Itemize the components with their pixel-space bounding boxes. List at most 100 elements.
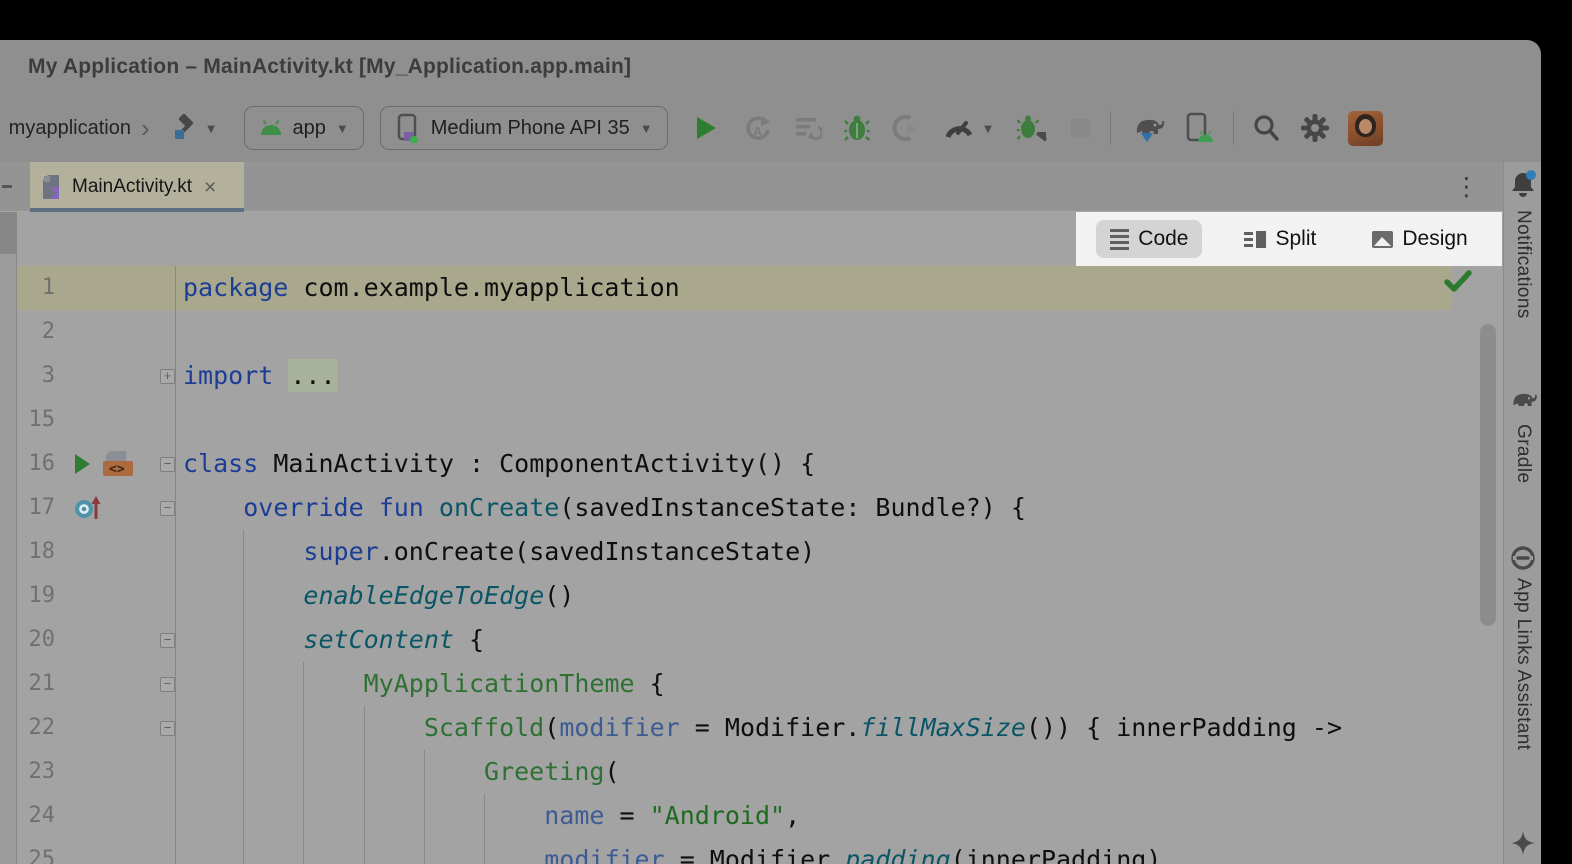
device-selector-button[interactable]: Medium Phone API 35 ▼ xyxy=(380,106,668,150)
apply-code-changes-icon xyxy=(794,115,822,141)
window-title: My Application – MainActivity.kt [My_App… xyxy=(28,55,631,79)
code-text[interactable]: MyApplicationTheme { xyxy=(176,662,665,706)
run-icon[interactable] xyxy=(73,453,91,475)
editor-scrollbar-thumb[interactable] xyxy=(1480,324,1496,626)
tab-mainactivity[interactable]: MainActivity.kt × xyxy=(30,162,244,212)
gutter-icons xyxy=(55,750,160,794)
code-line-21[interactable]: 21 − MyApplicationTheme { xyxy=(17,662,1502,706)
attach-debugger-icon xyxy=(892,114,920,142)
line-number[interactable]: 18 xyxy=(17,530,55,574)
sidebar-item-notifications[interactable]: Notifications xyxy=(1504,210,1541,319)
fold-minus-icon[interactable]: − xyxy=(160,721,175,736)
fold-minus-icon[interactable]: − xyxy=(160,457,175,472)
notifications-label: Notifications xyxy=(1512,210,1534,319)
line-number[interactable]: 19 xyxy=(17,574,55,618)
line-number[interactable]: 2 xyxy=(17,310,55,354)
kotlin-file-icon xyxy=(40,174,62,200)
code-text[interactable]: name = "Android", xyxy=(176,794,800,838)
line-number[interactable]: 3 xyxy=(17,354,55,398)
line-number[interactable]: 23 xyxy=(17,750,55,794)
gemini-sparkle-icon[interactable] xyxy=(1504,830,1541,856)
code-text[interactable] xyxy=(176,310,183,354)
code-line-24[interactable]: 24 name = "Android", xyxy=(17,794,1502,838)
fold-minus-icon[interactable]: − xyxy=(160,501,175,516)
view-split-button[interactable]: Split xyxy=(1230,220,1330,258)
code-line-15[interactable]: 15 xyxy=(17,398,1502,442)
line-number[interactable]: 24 xyxy=(17,794,55,838)
line-number[interactable]: 22 xyxy=(17,706,55,750)
titlebar: My Application – MainActivity.kt [My_App… xyxy=(0,40,1541,94)
settings-gear-icon[interactable] xyxy=(1300,113,1330,143)
code-line-25[interactable]: 25 modifier = Modifier.padding(innerPadd… xyxy=(17,838,1502,864)
editor-view-toggle: Code Split Design xyxy=(1076,212,1502,266)
tab-options-ellipsis-icon[interactable]: ⋮ xyxy=(1454,172,1479,201)
left-stripe-dash-icon[interactable] xyxy=(2,185,12,188)
code-text[interactable] xyxy=(176,398,183,442)
code-line-17[interactable]: 17 − override fun onCreate(savedInstanceS… xyxy=(17,486,1502,530)
code-text[interactable]: Scaffold(modifier = Modifier.fillMaxSize… xyxy=(176,706,1342,750)
profiler-dropdown-caret-icon[interactable]: ▼ xyxy=(982,121,995,136)
tab-label: MainActivity.kt xyxy=(72,176,192,198)
search-icon[interactable] xyxy=(1252,114,1280,142)
toolbar-divider xyxy=(1110,111,1111,145)
sidebar-item-app-links-assistant[interactable]: App Links Assistant xyxy=(1504,578,1541,750)
code-line-18[interactable]: 18 super.onCreate(savedInstanceState) xyxy=(17,530,1502,574)
code-line-16[interactable]: 16 <> −class MainActivity : ComponentActiv… xyxy=(17,442,1502,486)
fold-minus-icon[interactable]: − xyxy=(160,677,175,692)
breadcrumb[interactable]: myapplication xyxy=(9,117,131,140)
line-number[interactable]: 16 xyxy=(17,442,55,486)
code-line-20[interactable]: 20 − setContent { xyxy=(17,618,1502,662)
code-view-label: Code xyxy=(1138,227,1188,251)
code-text[interactable]: class MainActivity : ComponentActivity()… xyxy=(176,442,815,486)
compose-preview-icon[interactable]: <> xyxy=(100,449,136,479)
view-code-button[interactable]: Code xyxy=(1096,220,1202,258)
inspection-check-icon[interactable] xyxy=(1443,268,1473,296)
code-line-1[interactable]: 1 package com.example.myapplication xyxy=(17,266,1502,310)
line-number[interactable]: 25 xyxy=(17,838,55,864)
profiler-icon[interactable] xyxy=(944,115,974,141)
notifications-bell-icon[interactable] xyxy=(1504,170,1541,200)
tab-close-icon[interactable]: × xyxy=(204,177,216,198)
line-number[interactable]: 21 xyxy=(17,662,55,706)
run-button[interactable] xyxy=(694,115,718,141)
device-manager-icon[interactable] xyxy=(1185,112,1213,144)
design-view-icon xyxy=(1372,231,1393,248)
code-text[interactable]: super.onCreate(savedInstanceState) xyxy=(176,530,815,574)
gradle-sync-icon[interactable] xyxy=(1131,113,1165,143)
override-icon[interactable] xyxy=(73,495,103,521)
code-line-19[interactable]: 19 enableEdgeToEdge() xyxy=(17,574,1502,618)
code-line-22[interactable]: 22 − Scaffold(modifier = Modifier.fillMax… xyxy=(17,706,1502,750)
code-text[interactable]: override fun onCreate(savedInstanceState… xyxy=(176,486,1026,530)
code-text[interactable]: import ... xyxy=(176,354,338,398)
module-selector-button[interactable]: app ▼ xyxy=(244,106,364,150)
fold-column xyxy=(160,530,176,574)
gutter-icons xyxy=(55,398,160,442)
gradle-elephant-icon[interactable] xyxy=(1504,388,1541,412)
fold-plus-icon[interactable]: + xyxy=(160,369,175,384)
fold-minus-icon[interactable]: − xyxy=(160,633,175,648)
profile-debuggable-icon[interactable] xyxy=(1017,114,1047,142)
build-hammer-icon[interactable] xyxy=(170,114,198,142)
android-robot-icon xyxy=(259,120,283,137)
line-number[interactable]: 1 xyxy=(17,266,55,310)
sidebar-item-gradle[interactable]: Gradle xyxy=(1504,424,1541,483)
app-links-icon[interactable] xyxy=(1504,544,1541,572)
user-avatar[interactable] xyxy=(1348,111,1383,146)
phone-device-icon xyxy=(395,113,421,143)
code-line-23[interactable]: 23 Greeting( xyxy=(17,750,1502,794)
code-text[interactable]: setContent { xyxy=(176,618,484,662)
fold-column xyxy=(160,310,176,354)
code-line-3[interactable]: 3 +import ... xyxy=(17,354,1502,398)
debug-button[interactable] xyxy=(844,114,870,142)
fold-column: − xyxy=(160,486,176,530)
line-number[interactable]: 15 xyxy=(17,398,55,442)
build-dropdown-caret-icon[interactable]: ▼ xyxy=(205,121,218,136)
code-text[interactable]: modifier = Modifier.padding(innerPadding… xyxy=(176,838,1161,864)
code-text[interactable]: enableEdgeToEdge() xyxy=(176,574,574,618)
line-number[interactable]: 17 xyxy=(17,486,55,530)
view-design-button[interactable]: Design xyxy=(1358,220,1481,258)
line-number[interactable]: 20 xyxy=(17,618,55,662)
code-line-2[interactable]: 2 xyxy=(17,310,1502,354)
code-text[interactable]: package com.example.myapplication xyxy=(176,266,680,310)
gradle-label: Gradle xyxy=(1512,424,1534,483)
